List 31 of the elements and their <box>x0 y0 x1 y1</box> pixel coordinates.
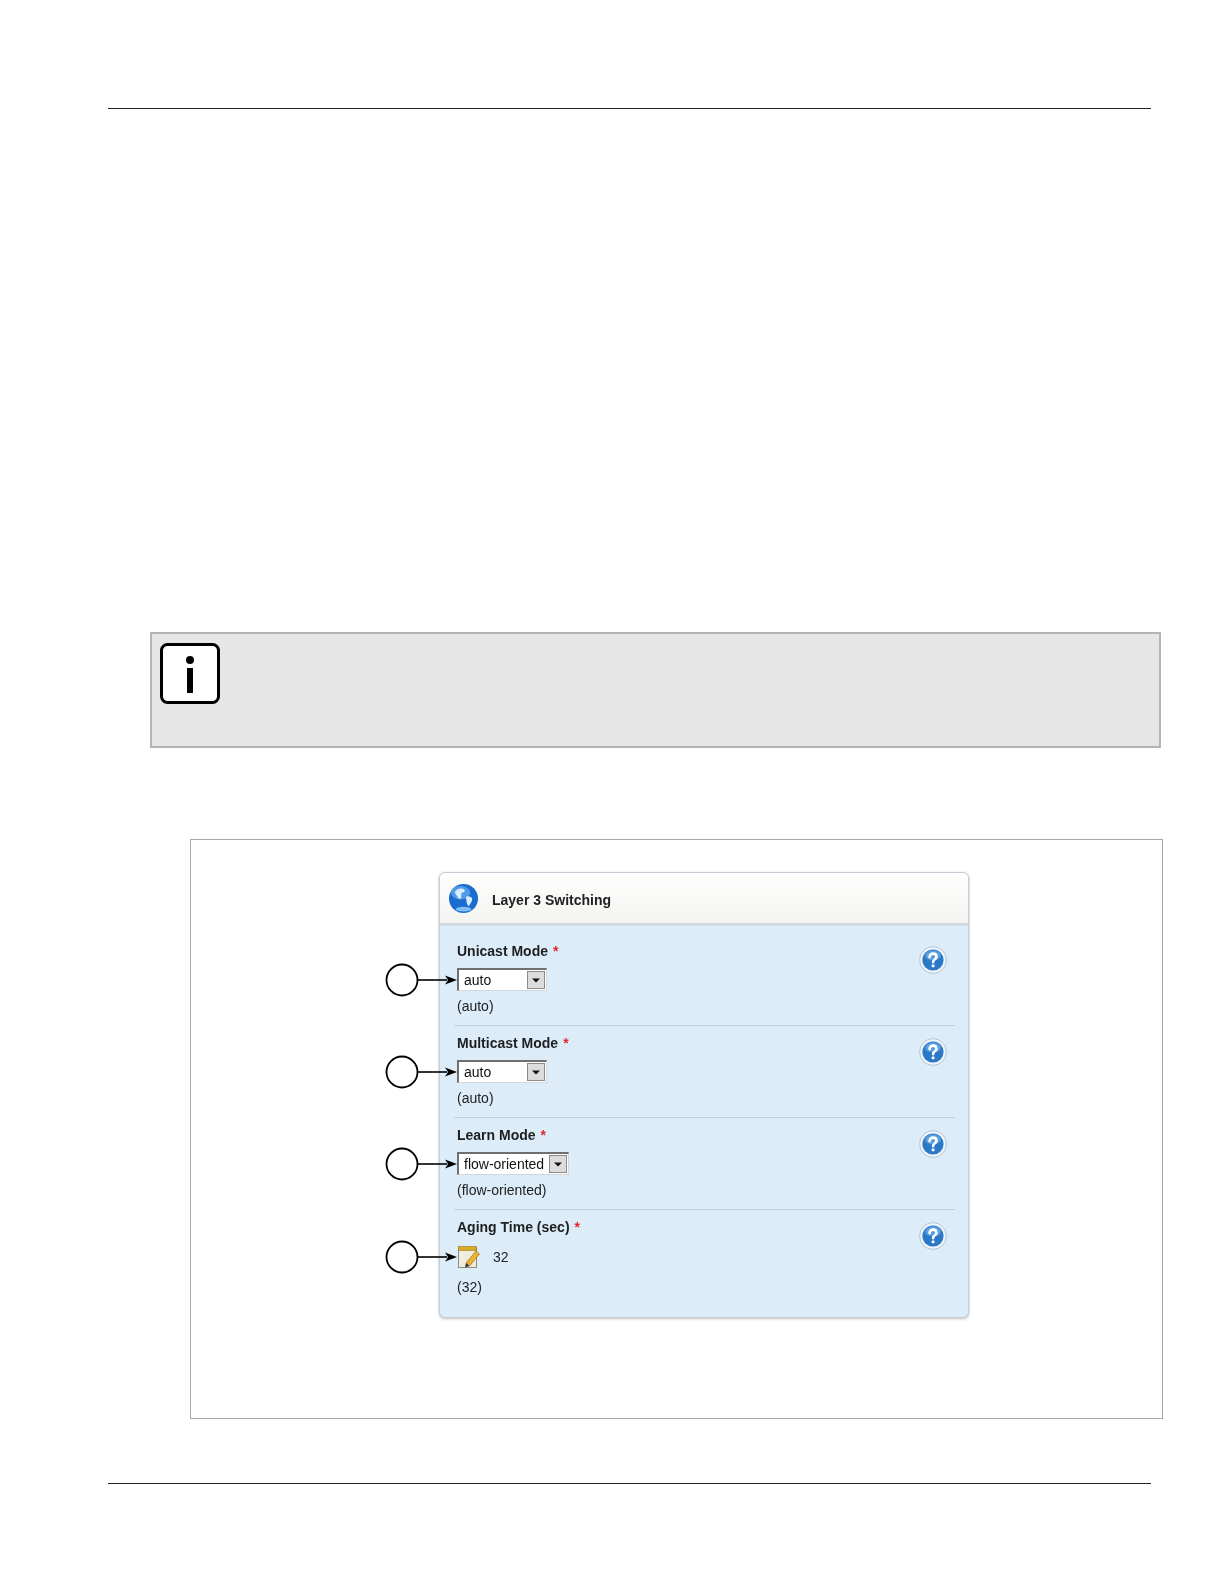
notepad-pencil-icon[interactable] <box>457 1245 481 1269</box>
field-label: Learn Mode <box>457 1127 536 1144</box>
required-asterisk: * <box>574 1219 580 1236</box>
help-icon[interactable] <box>919 946 947 974</box>
default-value: (auto) <box>457 998 494 1015</box>
help-icon[interactable] <box>919 1038 947 1066</box>
required-asterisk: * <box>563 1035 569 1052</box>
help-icon[interactable] <box>919 1222 947 1250</box>
leader-arrow <box>417 975 457 984</box>
field-label: Aging Time (sec) <box>457 1219 570 1236</box>
caret-icon[interactable] <box>549 1155 568 1173</box>
select-field[interactable]: auto <box>457 968 547 991</box>
panel-title: Layer 3 Switching <box>492 890 612 909</box>
leader-arrow <box>417 1067 457 1076</box>
field-label: Unicast Mode <box>457 943 548 960</box>
required-asterisk: * <box>553 943 559 960</box>
leader-arrow <box>417 1252 457 1262</box>
field-value: 32 <box>493 1248 509 1266</box>
help-icon[interactable] <box>919 1130 947 1158</box>
info-icon <box>160 643 220 704</box>
select-field[interactable]: flow-oriented <box>457 1152 570 1175</box>
select-field[interactable]: auto <box>457 1060 547 1083</box>
caret-icon[interactable] <box>527 971 545 989</box>
field-label: Multicast Mode <box>457 1035 559 1052</box>
default-value: (32) <box>457 1279 482 1296</box>
default-value: (flow-oriented) <box>457 1182 547 1199</box>
default-value: (auto) <box>457 1090 494 1107</box>
leader-arrow <box>417 1159 457 1168</box>
required-asterisk: * <box>540 1127 547 1144</box>
caret-icon[interactable] <box>527 1063 545 1081</box>
globe-icon <box>448 882 479 914</box>
